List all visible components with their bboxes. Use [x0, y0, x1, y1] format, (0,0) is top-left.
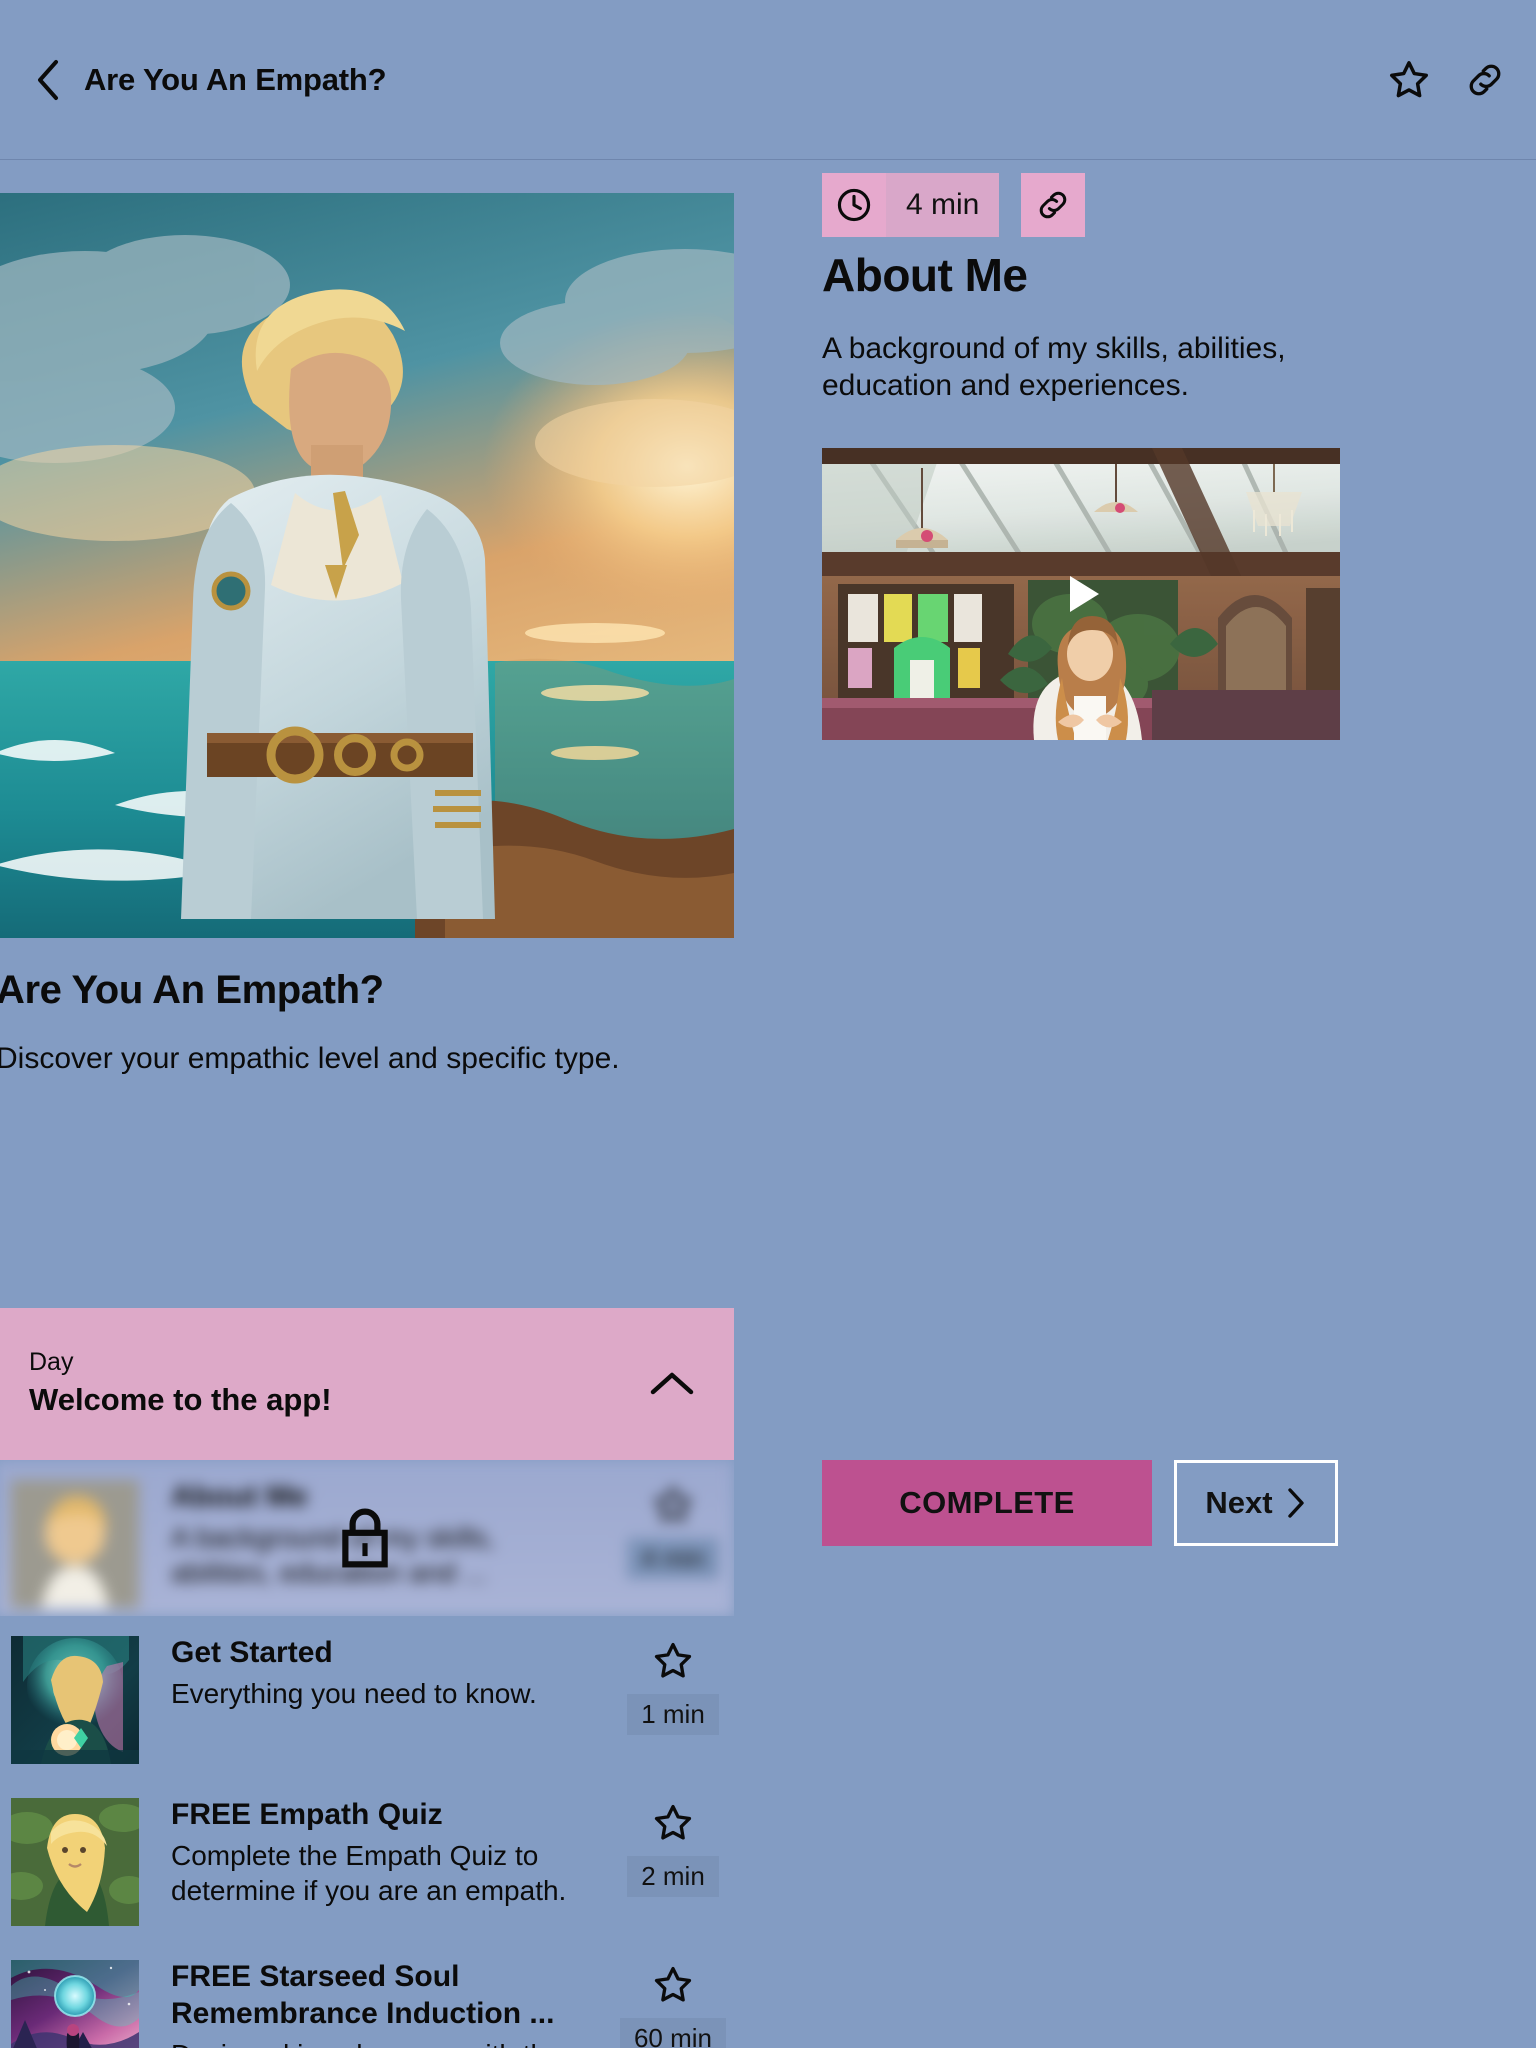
- course-hero-image: [0, 193, 734, 938]
- lesson-row-blurred: About Me A background of my skills, abil…: [0, 1460, 734, 1616]
- get-started-thumbnail-art: [11, 1636, 139, 1764]
- lesson-description: Designed in coherence with the ‘Starseed…: [171, 2038, 602, 2048]
- course-panel: Are You An Empath? Discover your empathi…: [0, 160, 734, 2048]
- course-title: Are You An Empath?: [0, 968, 384, 1012]
- chevron-up-icon: [650, 1372, 694, 1395]
- lesson-badge-row: 4 min: [822, 173, 1086, 237]
- link-icon: [1040, 191, 1067, 219]
- lesson-thumbnail: [11, 1798, 139, 1926]
- lesson-description: Complete the Empath Quiz to determine if…: [171, 1840, 567, 1906]
- day-label: Day: [29, 1348, 74, 1377]
- lesson-description: Everything you need to know.: [171, 1678, 537, 1710]
- day-title: Welcome to the app!: [29, 1382, 332, 1418]
- lesson-favorite-button[interactable]: [650, 1638, 696, 1684]
- lesson-text: Get Started Everything you need to know.: [139, 1630, 612, 1712]
- lesson-detail-panel: 4 min About Me A background of my skills…: [734, 160, 1536, 2048]
- lesson-text: FREE Empath Quiz Complete the Empath Qui…: [139, 1792, 612, 1909]
- lesson-text: About Me A background of my skills, abil…: [139, 1474, 612, 1591]
- lesson-description: A background of my skills, abilities, ed…: [171, 1522, 495, 1588]
- lesson-title: FREE Empath Quiz: [171, 1798, 443, 1831]
- starseed-thumbnail-art: [11, 1960, 139, 2048]
- star-outline-icon: [654, 1804, 692, 1840]
- star-outline-icon: [1390, 60, 1428, 97]
- lesson-description-text: A background of my skills, abilities, ed…: [822, 332, 1286, 403]
- link-icon: [1469, 64, 1501, 95]
- page-title: Are You An Empath?: [84, 61, 387, 97]
- lesson-thumbnail: [11, 1960, 139, 2048]
- lesson-thumbnail: [11, 1636, 139, 1764]
- lesson-duration: 4 min: [627, 1538, 719, 1579]
- favorite-button[interactable]: [1384, 55, 1434, 105]
- lesson-item-empath-quiz[interactable]: FREE Empath Quiz Complete the Empath Qui…: [0, 1778, 734, 1940]
- star-outline-icon: [654, 1486, 692, 1522]
- next-button-label: Next: [1205, 1485, 1273, 1520]
- lesson-favorite-button[interactable]: [650, 1482, 696, 1528]
- accordion-toggle[interactable]: [644, 1356, 700, 1412]
- lesson-item-about-me[interactable]: About Me A background of my skills, abil…: [0, 1460, 734, 1616]
- share-link-button[interactable]: [1460, 55, 1510, 105]
- lesson-item-get-started[interactable]: Get Started Everything you need to know.…: [0, 1616, 734, 1778]
- day-accordion-header[interactable]: Day Welcome to the app!: [0, 1308, 734, 1460]
- lesson-action-bar: COMPLETE Next: [822, 1460, 1536, 1546]
- lesson-duration: 60 min: [619, 2018, 727, 2048]
- lesson-duration: 1 min: [627, 1694, 719, 1735]
- next-button[interactable]: Next: [1174, 1460, 1338, 1546]
- header-actions: [1384, 55, 1510, 105]
- star-outline-icon: [654, 1642, 692, 1678]
- back-button[interactable]: [22, 53, 76, 107]
- lesson-meta: 60 min: [612, 1954, 734, 2048]
- app-header: Are You An Empath?: [0, 0, 1536, 160]
- main-content: Are You An Empath? Discover your empathi…: [0, 160, 1536, 2048]
- lesson-meta: 4 min: [612, 1474, 734, 1579]
- day-accordion-text: Day Welcome to the app!: [29, 1347, 644, 1421]
- lesson-title: FREE Starseed Soul Remembrance Induction…: [171, 1960, 555, 2031]
- about-me-thumbnail-art: [11, 1480, 139, 1608]
- duration-badge: 4 min: [822, 173, 1000, 237]
- duration-text: 4 min: [886, 173, 1000, 237]
- video-player[interactable]: [822, 448, 1340, 740]
- clock-icon: [837, 188, 871, 222]
- lesson-list: About Me A background of my skills, abil…: [0, 1460, 734, 2048]
- lesson-item-starseed-induction[interactable]: FREE Starseed Soul Remembrance Induction…: [0, 1940, 734, 2048]
- empath-quiz-thumbnail-art: [11, 1798, 139, 1926]
- complete-button[interactable]: COMPLETE: [822, 1460, 1152, 1546]
- lesson-thumbnail: [11, 1480, 139, 1608]
- duration-icon-wrapper: [822, 173, 886, 237]
- play-icon: [1070, 576, 1099, 612]
- lesson-favorite-button[interactable]: [650, 1800, 696, 1846]
- lesson-meta: 1 min: [612, 1630, 734, 1735]
- chevron-right-icon: [1287, 1488, 1304, 1518]
- lesson-text: FREE Starseed Soul Remembrance Induction…: [139, 1954, 612, 2048]
- play-button[interactable]: [1049, 562, 1113, 626]
- lesson-title: About Me: [171, 1480, 308, 1513]
- lesson-meta: 2 min: [612, 1792, 734, 1897]
- lesson-share-button[interactable]: [1021, 173, 1086, 237]
- lesson-heading: About Me: [822, 249, 1028, 301]
- lesson-duration: 2 min: [627, 1856, 719, 1897]
- star-outline-icon: [654, 1966, 692, 2002]
- chevron-left-icon: [38, 59, 58, 100]
- hero-artwork: [0, 193, 734, 938]
- lesson-title: Get Started: [171, 1636, 333, 1669]
- course-subtitle: Discover your empathic level and specifi…: [0, 1042, 620, 1075]
- lesson-favorite-button[interactable]: [650, 1962, 696, 2008]
